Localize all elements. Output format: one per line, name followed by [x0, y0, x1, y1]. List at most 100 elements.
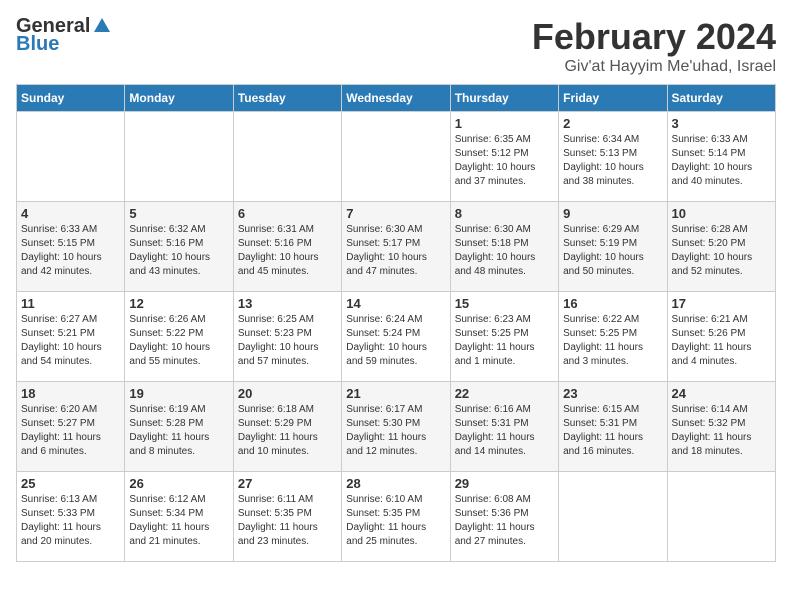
page-header: General Blue February 2024 Giv'at Hayyim… — [16, 16, 776, 76]
calendar-cell: 2Sunrise: 6:34 AM Sunset: 5:13 PM Daylig… — [559, 112, 667, 202]
day-number: 7 — [346, 206, 445, 221]
day-number: 26 — [129, 476, 228, 491]
calendar-cell: 21 Sunrise: 6:17 AM Sunset: 5:30 PM Dayli… — [342, 382, 450, 472]
cell-info: Sunrise: 6:18 AM Sunset: 5:29 PM Dayligh… — [238, 403, 337, 459]
calendar-cell: 9 Sunrise: 6:29 AM Sunset: 5:19 PM Daylig… — [559, 202, 667, 292]
day-number: 18 — [21, 386, 120, 401]
location-title: Giv'at Hayyim Me'uhad, Israel — [532, 58, 776, 76]
day-number: 8 — [455, 206, 554, 221]
cell-info: Sunrise: 6:24 AM Sunset: 5:24 PM Dayligh… — [346, 313, 445, 369]
logo-icon — [92, 16, 112, 36]
calendar-cell: 28Sunrise: 6:10 AM Sunset: 5:35 PM Dayli… — [342, 472, 450, 562]
cell-info: Sunrise: 6:23 AM Sunset: 5:25 PM Dayligh… — [455, 313, 554, 369]
calendar-cell: 16 Sunrise: 6:22 AM Sunset: 5:25 PM Dayli… — [559, 292, 667, 382]
cell-info: Sunrise: 6:33 AM Sunset: 5:15 PM Dayligh… — [21, 223, 120, 279]
week-row-1: 4 Sunrise: 6:33 AM Sunset: 5:15 PM Daylig… — [17, 202, 776, 292]
day-number: 22 — [455, 386, 554, 401]
cell-info: Sunrise: 6:35 AM Sunset: 5:12 PM Dayligh… — [455, 133, 554, 189]
calendar-cell: 10 Sunrise: 6:28 AM Sunset: 5:20 PM Dayli… — [667, 202, 775, 292]
calendar-cell: 25 Sunrise: 6:13 AM Sunset: 5:33 PM Dayli… — [17, 472, 125, 562]
day-number: 25 — [21, 476, 120, 491]
day-number: 10 — [672, 206, 771, 221]
week-row-3: 18 Sunrise: 6:20 AM Sunset: 5:27 PM Dayli… — [17, 382, 776, 472]
day-number: 27 — [238, 476, 337, 491]
cell-info: Sunrise: 6:31 AM Sunset: 5:16 PM Dayligh… — [238, 223, 337, 279]
day-number: 17 — [672, 296, 771, 311]
calendar-cell: 5Sunrise: 6:32 AM Sunset: 5:16 PM Daylig… — [125, 202, 233, 292]
cell-info: Sunrise: 6:17 AM Sunset: 5:30 PM Dayligh… — [346, 403, 445, 459]
month-title: February 2024 — [532, 16, 776, 58]
cell-info: Sunrise: 6:30 AM Sunset: 5:17 PM Dayligh… — [346, 223, 445, 279]
cell-info: Sunrise: 6:33 AM Sunset: 5:14 PM Dayligh… — [672, 133, 771, 189]
cell-info: Sunrise: 6:12 AM Sunset: 5:34 PM Dayligh… — [129, 493, 228, 549]
calendar-cell — [17, 112, 125, 202]
calendar-cell: 12 Sunrise: 6:26 AM Sunset: 5:22 PM Dayli… — [125, 292, 233, 382]
calendar-header-row: SundayMondayTuesdayWednesdayThursdayFrid… — [17, 85, 776, 112]
cell-info: Sunrise: 6:28 AM Sunset: 5:20 PM Dayligh… — [672, 223, 771, 279]
logo-blue: Blue — [16, 34, 112, 54]
calendar-cell: 11 Sunrise: 6:27 AM Sunset: 5:21 PM Dayli… — [17, 292, 125, 382]
calendar-cell: 19 Sunrise: 6:19 AM Sunset: 5:28 PM Dayli… — [125, 382, 233, 472]
calendar-cell: 15 Sunrise: 6:23 AM Sunset: 5:25 PM Dayli… — [450, 292, 558, 382]
day-number: 9 — [563, 206, 662, 221]
cell-info: Sunrise: 6:21 AM Sunset: 5:26 PM Dayligh… — [672, 313, 771, 369]
calendar-cell: 1 Sunrise: 6:35 AM Sunset: 5:12 PM Daylig… — [450, 112, 558, 202]
day-number: 19 — [129, 386, 228, 401]
day-number: 16 — [563, 296, 662, 311]
calendar-cell: 29Sunrise: 6:08 AM Sunset: 5:36 PM Dayli… — [450, 472, 558, 562]
calendar-cell: 3 Sunrise: 6:33 AM Sunset: 5:14 PM Daylig… — [667, 112, 775, 202]
cell-info: Sunrise: 6:13 AM Sunset: 5:33 PM Dayligh… — [21, 493, 120, 549]
day-number: 21 — [346, 386, 445, 401]
day-number: 4 — [21, 206, 120, 221]
calendar-cell — [342, 112, 450, 202]
week-row-0: 1 Sunrise: 6:35 AM Sunset: 5:12 PM Daylig… — [17, 112, 776, 202]
week-row-2: 11 Sunrise: 6:27 AM Sunset: 5:21 PM Dayli… — [17, 292, 776, 382]
day-number: 6 — [238, 206, 337, 221]
cell-info: Sunrise: 6:34 AM Sunset: 5:13 PM Dayligh… — [563, 133, 662, 189]
day-number: 11 — [21, 296, 120, 311]
cell-info: Sunrise: 6:14 AM Sunset: 5:32 PM Dayligh… — [672, 403, 771, 459]
calendar-cell: 13Sunrise: 6:25 AM Sunset: 5:23 PM Dayli… — [233, 292, 341, 382]
cell-info: Sunrise: 6:26 AM Sunset: 5:22 PM Dayligh… — [129, 313, 228, 369]
cell-info: Sunrise: 6:29 AM Sunset: 5:19 PM Dayligh… — [563, 223, 662, 279]
cell-info: Sunrise: 6:10 AM Sunset: 5:35 PM Dayligh… — [346, 493, 445, 549]
logo: General Blue — [16, 16, 112, 54]
cell-info: Sunrise: 6:08 AM Sunset: 5:36 PM Dayligh… — [455, 493, 554, 549]
calendar-cell: 7 Sunrise: 6:30 AM Sunset: 5:17 PM Daylig… — [342, 202, 450, 292]
calendar-cell: 27 Sunrise: 6:11 AM Sunset: 5:35 PM Dayli… — [233, 472, 341, 562]
cell-info: Sunrise: 6:30 AM Sunset: 5:18 PM Dayligh… — [455, 223, 554, 279]
day-number: 1 — [455, 116, 554, 131]
day-number: 14 — [346, 296, 445, 311]
cell-info: Sunrise: 6:20 AM Sunset: 5:27 PM Dayligh… — [21, 403, 120, 459]
cell-info: Sunrise: 6:32 AM Sunset: 5:16 PM Dayligh… — [129, 223, 228, 279]
calendar-cell: 14 Sunrise: 6:24 AM Sunset: 5:24 PM Dayli… — [342, 292, 450, 382]
cell-info: Sunrise: 6:22 AM Sunset: 5:25 PM Dayligh… — [563, 313, 662, 369]
calendar-cell: 4 Sunrise: 6:33 AM Sunset: 5:15 PM Daylig… — [17, 202, 125, 292]
cell-info: Sunrise: 6:25 AM Sunset: 5:23 PM Dayligh… — [238, 313, 337, 369]
column-header-sunday: Sunday — [17, 85, 125, 112]
calendar-cell: 18 Sunrise: 6:20 AM Sunset: 5:27 PM Dayli… — [17, 382, 125, 472]
calendar-table: SundayMondayTuesdayWednesdayThursdayFrid… — [16, 84, 776, 562]
cell-info: Sunrise: 6:16 AM Sunset: 5:31 PM Dayligh… — [455, 403, 554, 459]
column-header-wednesday: Wednesday — [342, 85, 450, 112]
calendar-cell: 24Sunrise: 6:14 AM Sunset: 5:32 PM Dayli… — [667, 382, 775, 472]
calendar-cell — [125, 112, 233, 202]
calendar-cell: 22 Sunrise: 6:16 AM Sunset: 5:31 PM Dayli… — [450, 382, 558, 472]
calendar-cell: 20Sunrise: 6:18 AM Sunset: 5:29 PM Dayli… — [233, 382, 341, 472]
calendar-cell — [233, 112, 341, 202]
column-header-friday: Friday — [559, 85, 667, 112]
day-number: 15 — [455, 296, 554, 311]
column-header-monday: Monday — [125, 85, 233, 112]
cell-info: Sunrise: 6:27 AM Sunset: 5:21 PM Dayligh… — [21, 313, 120, 369]
calendar-cell: 23Sunrise: 6:15 AM Sunset: 5:31 PM Dayli… — [559, 382, 667, 472]
cell-info: Sunrise: 6:15 AM Sunset: 5:31 PM Dayligh… — [563, 403, 662, 459]
cell-info: Sunrise: 6:19 AM Sunset: 5:28 PM Dayligh… — [129, 403, 228, 459]
column-header-tuesday: Tuesday — [233, 85, 341, 112]
calendar-cell — [667, 472, 775, 562]
calendar-cell: 26 Sunrise: 6:12 AM Sunset: 5:34 PM Dayli… — [125, 472, 233, 562]
calendar-cell: 8 Sunrise: 6:30 AM Sunset: 5:18 PM Daylig… — [450, 202, 558, 292]
day-number: 3 — [672, 116, 771, 131]
day-number: 12 — [129, 296, 228, 311]
week-row-4: 25 Sunrise: 6:13 AM Sunset: 5:33 PM Dayli… — [17, 472, 776, 562]
cell-info: Sunrise: 6:11 AM Sunset: 5:35 PM Dayligh… — [238, 493, 337, 549]
